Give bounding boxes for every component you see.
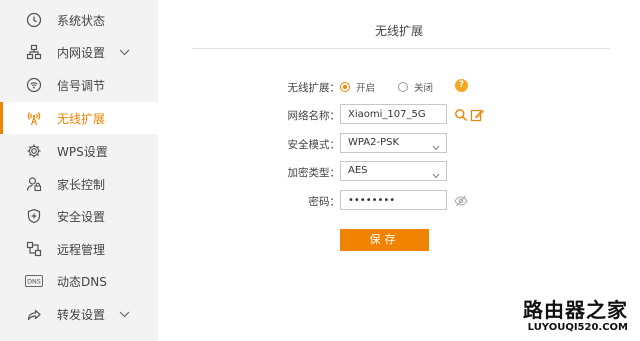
sidebar-item-ddns[interactable]: DNS 动态DNS [0,265,158,297]
security-mode-label: 安全模式： [287,139,341,151]
router-admin-page: 系统状态 内网设置 信号调节 无线扩展 WPS设置 家长控制 安全设置 远程管理… [0,0,640,341]
user-lock-icon [25,175,43,193]
sidebar-item-wps[interactable]: WPS设置 [0,135,158,167]
edit-icon[interactable] [470,107,484,122]
clock-icon [25,11,43,29]
save-button[interactable]: 保存 [340,229,429,251]
sidebar-item-label: 家长控制 [57,177,106,192]
sidebar-item-label: 安全设置 [57,209,106,224]
sidebar-item-label: WPS设置 [57,144,108,159]
watermark-cn: 路由器之家 [523,298,628,322]
gear-icon [25,142,43,160]
dns-icon: DNS [25,272,43,290]
svg-text:DNS: DNS [27,278,41,286]
sidebar-item-label: 无线扩展 [57,111,106,126]
chevron-down-icon [118,46,130,58]
sidebar-item-system-status[interactable]: 系统状态 [0,4,158,36]
security-mode-row: 安全模式： WPA2-PSK [158,133,640,155]
radio-on[interactable] [340,82,350,92]
network-name-label: 网络名称： [287,110,341,122]
network-name-row: 网络名称： [158,104,640,126]
network-icon [25,43,43,61]
encryption-value: AES [348,165,368,176]
encryption-label: 加密类型： [287,167,341,179]
radio-off-label: 关闭 [414,83,434,94]
chevron-down-icon [432,140,440,151]
sidebar-item-forwarding[interactable]: 转发设置 [0,298,158,330]
watermark-en: LUYOUQI520.COM [527,322,628,333]
main-panel: 无线扩展 无线扩展： 开启 关闭 ? 网络名称： 安全模式： WPA [158,0,640,341]
encryption-row: 加密类型： AES [158,161,640,183]
sidebar-item-label: 动态DNS [57,274,107,289]
radio-off[interactable] [398,82,408,92]
signal-icon [25,76,43,94]
watermark: 路由器之家 LUYOUQI520.COM [505,293,640,341]
sidebar-item-parental-control[interactable]: 家长控制 [0,168,158,200]
sidebar-item-security[interactable]: 安全设置 [0,200,158,232]
password-row: 密码： [158,190,640,212]
page-title: 无线扩展 [374,24,423,38]
wireless-extend-row: 无线扩展： 开启 关闭 ? [158,76,640,98]
sidebar-item-label: 远程管理 [57,242,106,257]
password-field[interactable] [340,190,447,210]
share-icon [25,305,43,323]
sidebar-item-lan-settings[interactable]: 内网设置 [0,36,158,68]
chevron-down-icon [118,308,130,320]
security-mode-select[interactable]: WPA2-PSK [340,133,447,153]
sidebar-item-signal[interactable]: 信号调节 [0,69,158,101]
sidebar-item-label: 系统状态 [57,13,106,28]
encryption-select[interactable]: AES [340,161,447,181]
shield-icon [25,207,43,225]
radio-on-label: 开启 [356,83,376,94]
antenna-icon [25,109,43,127]
sidebar-item-label: 内网设置 [57,45,106,60]
remote-icon [25,240,43,258]
password-label: 密码： [308,196,341,208]
eye-off-icon[interactable] [454,193,468,207]
security-mode-value: WPA2-PSK [348,137,400,148]
search-icon[interactable] [454,107,468,122]
sidebar-item-remote-management[interactable]: 远程管理 [0,233,158,265]
sidebar-item-label: 转发设置 [57,307,106,322]
sidebar-item-label: 信号调节 [57,78,106,93]
wireless-extend-label: 无线扩展： [287,82,341,94]
network-name-field[interactable] [340,104,447,124]
sidebar: 系统状态 内网设置 信号调节 无线扩展 WPS设置 家长控制 安全设置 远程管理… [0,0,158,341]
chevron-down-icon [432,168,440,179]
help-icon[interactable]: ? [455,79,468,92]
sidebar-item-wireless-extend[interactable]: 无线扩展 [0,102,158,134]
title-divider [192,48,610,49]
